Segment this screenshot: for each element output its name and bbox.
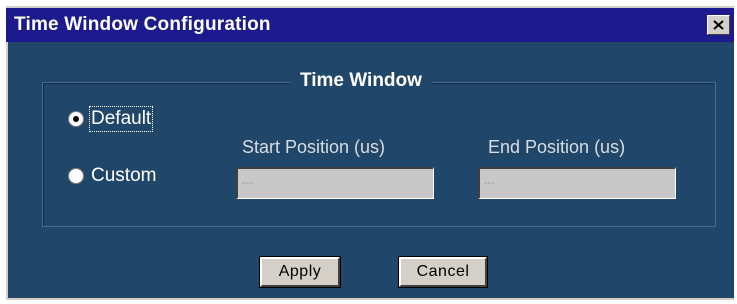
start-position-field[interactable]: --- bbox=[236, 167, 434, 199]
custom-radio-label[interactable]: Custom bbox=[91, 165, 156, 187]
default-radio-label[interactable]: Default bbox=[88, 106, 154, 132]
close-icon bbox=[713, 20, 724, 30]
apply-button[interactable]: Apply bbox=[259, 256, 341, 288]
custom-radio[interactable] bbox=[68, 168, 84, 184]
window-title: Time Window Configuration bbox=[14, 14, 271, 35]
end-position-field[interactable]: --- bbox=[478, 167, 676, 199]
title-bar[interactable]: Time Window Configuration bbox=[6, 6, 734, 42]
dialog-body: Time Window Default Custom Start Positio… bbox=[6, 42, 734, 300]
custom-radio-option[interactable]: Custom bbox=[68, 165, 156, 187]
end-position-label: End Position (us) bbox=[488, 137, 626, 157]
groupbox-title: Time Window bbox=[290, 70, 432, 92]
close-button[interactable] bbox=[707, 15, 730, 35]
start-position-label: Start Position (us) bbox=[242, 137, 386, 157]
cancel-button[interactable]: Cancel bbox=[398, 256, 488, 288]
dialog-window: Time Window Configuration Time Window De… bbox=[0, 0, 737, 304]
default-radio[interactable] bbox=[68, 111, 84, 127]
default-radio-option[interactable]: Default bbox=[68, 106, 154, 132]
